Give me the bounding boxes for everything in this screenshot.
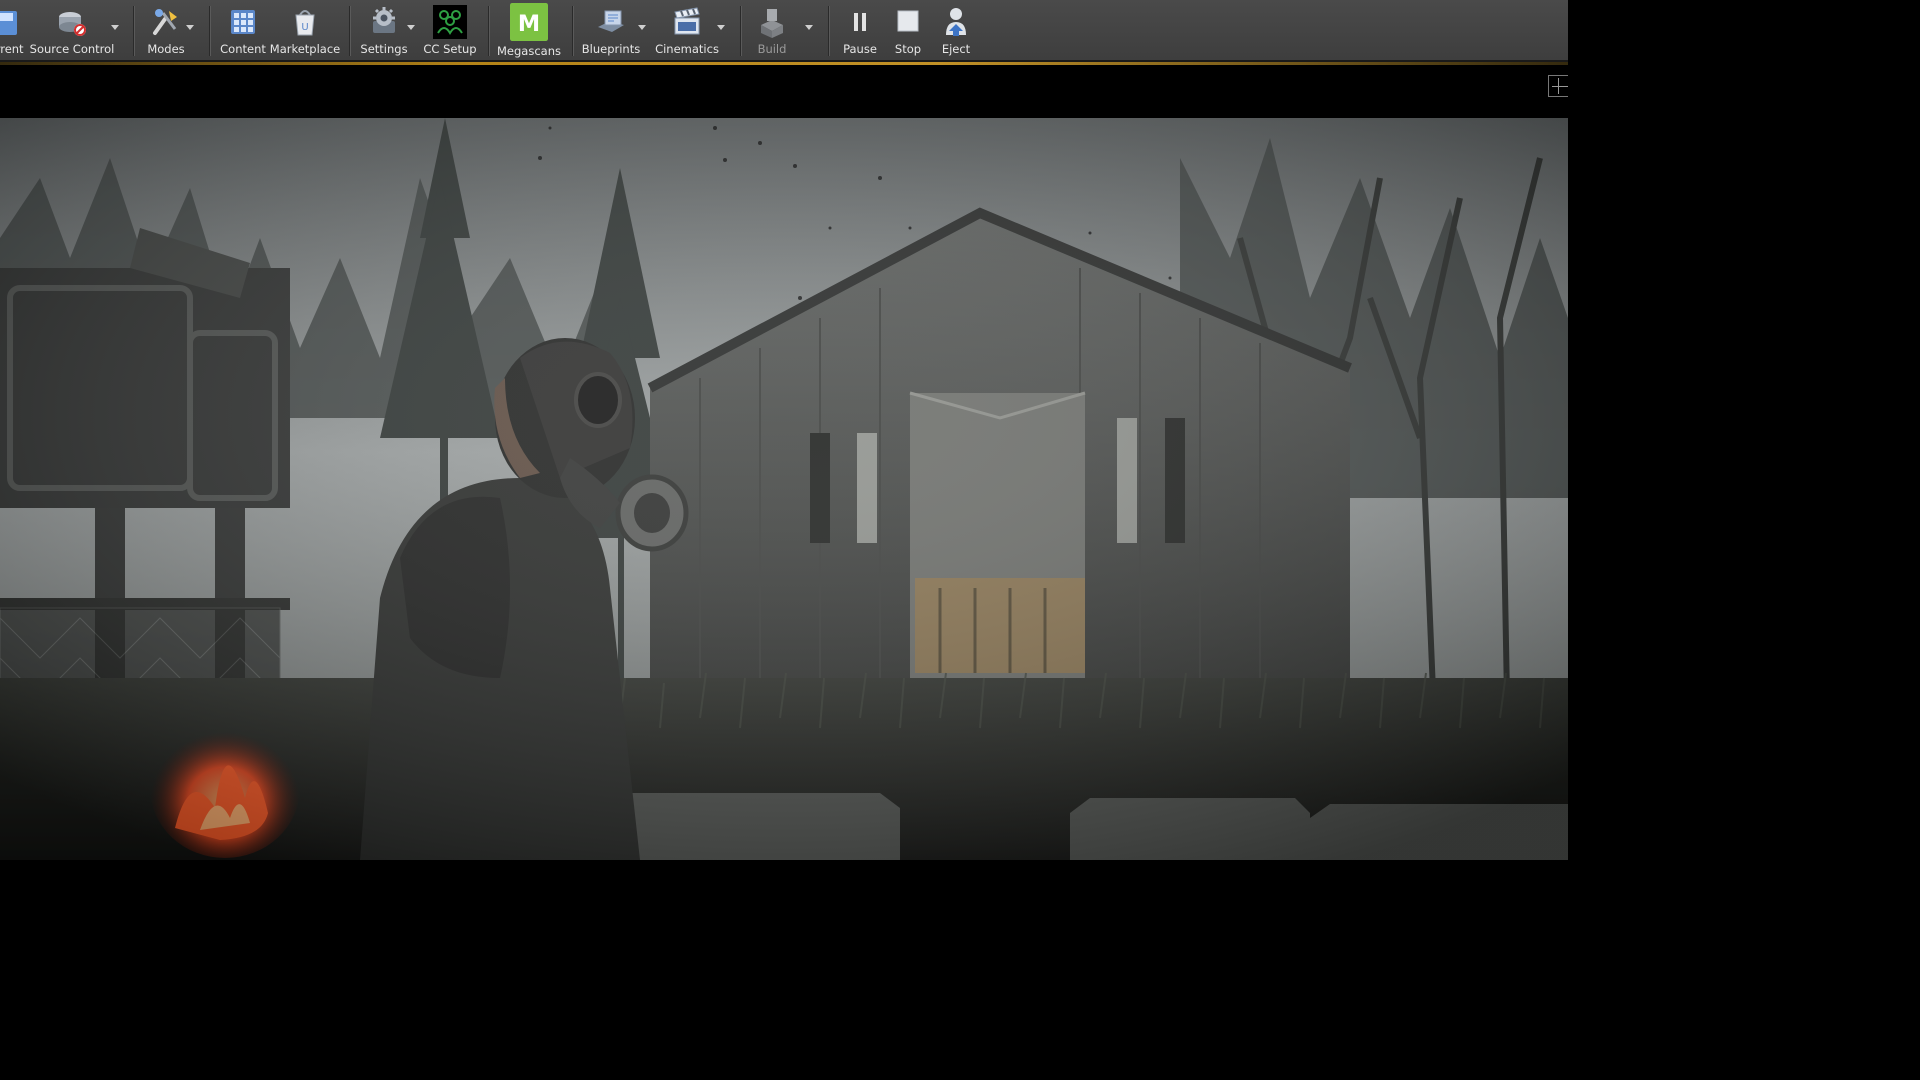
build-icon [761, 9, 783, 38]
marketplace-label: Marketplace [269, 42, 341, 56]
source-control-dropdown[interactable] [111, 25, 119, 30]
blueprints-label: Blueprints [581, 42, 641, 56]
unreal-editor-window: urrent Source Control Modes [0, 0, 1568, 882]
settings-label: Settings [360, 42, 408, 56]
build-label: Build [757, 42, 787, 56]
marketplace-button[interactable]: U Marketplace [269, 2, 341, 58]
megascans-label: Megascans [497, 44, 561, 58]
toolbar-separator [133, 6, 134, 56]
toolbar-separator [488, 6, 489, 56]
toolbar-separator [572, 6, 573, 56]
blueprints-dropdown[interactable] [638, 25, 646, 30]
settings-gear-icon [373, 7, 395, 33]
pause-button[interactable]: Pause [840, 2, 880, 58]
stop-icon [897, 10, 919, 32]
modes-label: Modes [147, 42, 185, 56]
settings-button[interactable]: Settings [360, 2, 408, 58]
save-current-button[interactable]: urrent [0, 2, 26, 58]
svg-text:M: M [518, 11, 540, 37]
content-label: Content [220, 42, 266, 56]
blueprints-button[interactable]: Blueprints [582, 2, 640, 58]
modes-icon [153, 9, 177, 35]
svg-text:U: U [301, 22, 308, 33]
viewport-layout-icon[interactable] [1548, 75, 1568, 97]
game-viewport[interactable] [0, 118, 1568, 860]
pause-label: Pause [843, 42, 877, 56]
marketplace-icon: U [295, 10, 315, 36]
viewport-letterbox-bottom [0, 860, 1568, 882]
cc-setup-icon [433, 5, 467, 39]
clapperboard-icon [674, 7, 700, 35]
atmospheric-fog [0, 118, 1568, 860]
modes-dropdown[interactable] [186, 25, 194, 30]
stop-button[interactable]: Stop [888, 2, 928, 58]
modes-button[interactable]: Modes [145, 2, 187, 58]
eject-icon [946, 8, 966, 36]
build-button[interactable]: Build [752, 2, 792, 58]
settings-dropdown[interactable] [407, 25, 415, 30]
toolbar-separator [349, 6, 350, 56]
cinematics-label: Cinematics [655, 42, 719, 56]
megascans-logo-icon: M [510, 3, 548, 41]
build-dropdown[interactable] [805, 25, 813, 30]
level-editor-toolbar: urrent Source Control Modes [0, 0, 1568, 62]
content-browser-icon [231, 10, 255, 34]
toolbar-separator [740, 6, 741, 56]
source-control-button[interactable]: Source Control [30, 2, 114, 58]
viewport-letterbox-top [0, 65, 1568, 118]
eject-label: Eject [941, 42, 971, 56]
stop-label: Stop [894, 42, 922, 56]
toolbar-separator [828, 6, 829, 56]
eject-button[interactable]: Eject [936, 2, 976, 58]
cc-setup-button[interactable]: CC Setup [423, 2, 477, 58]
viewport-scene [0, 118, 1568, 860]
cc-setup-label: CC Setup [423, 42, 477, 56]
cinematics-button[interactable]: Cinematics [655, 2, 719, 58]
blueprints-icon [598, 10, 624, 32]
save-current-icon [0, 11, 17, 35]
content-button[interactable]: Content [220, 2, 266, 58]
save-current-label: urrent [0, 42, 24, 56]
source-control-icon [59, 12, 86, 36]
cinematics-dropdown[interactable] [717, 25, 725, 30]
megascans-button[interactable]: M Megascans [497, 2, 561, 58]
toolbar-separator [209, 6, 210, 56]
source-control-label: Source Control [29, 42, 115, 56]
pause-icon [854, 13, 866, 31]
